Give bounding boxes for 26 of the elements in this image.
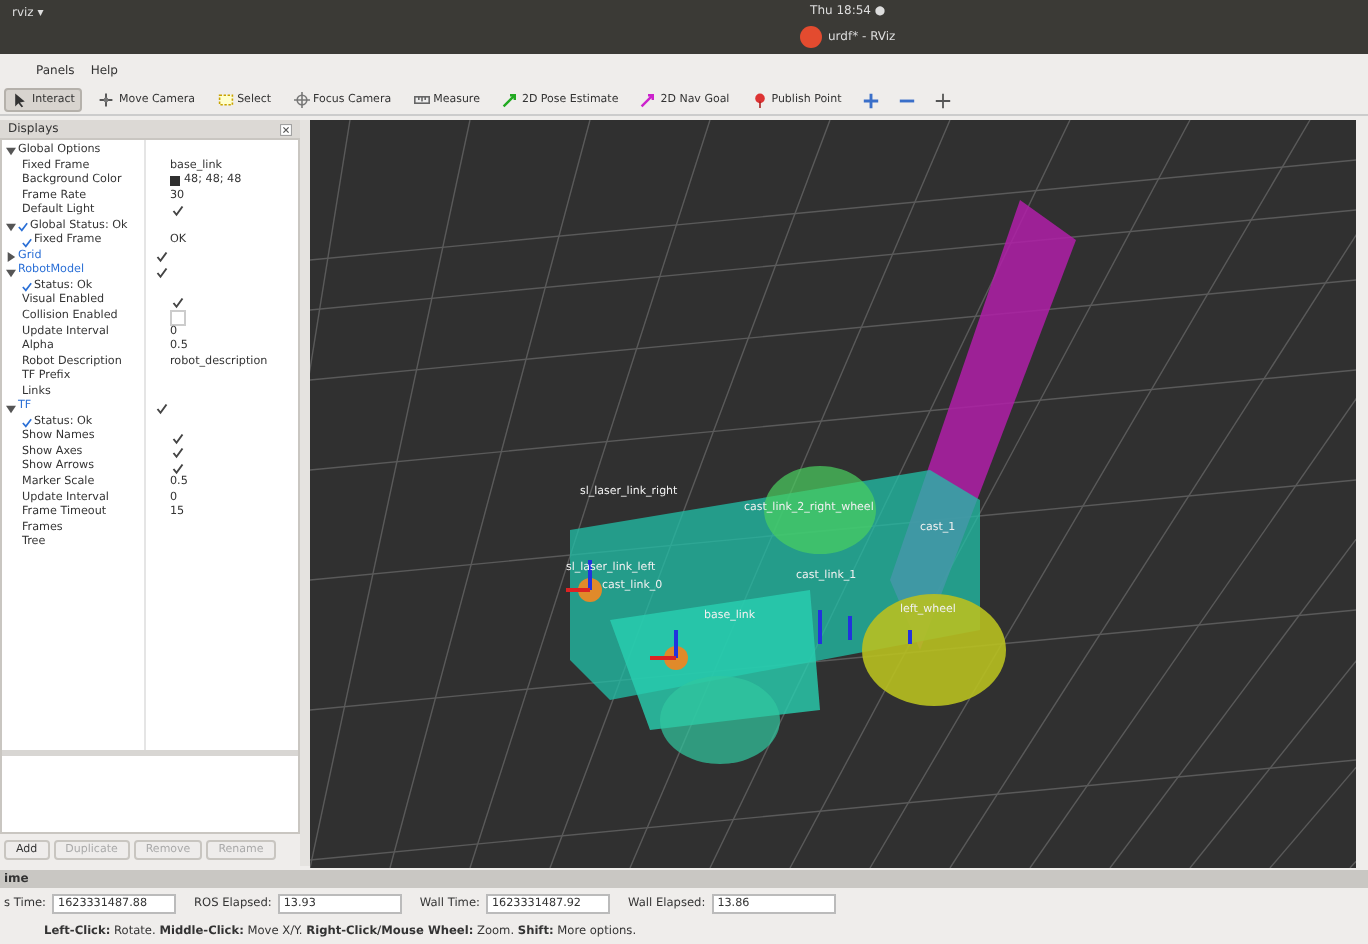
checkmark-icon xyxy=(22,418,32,429)
checkmark-icon xyxy=(22,282,32,293)
arrow-icon xyxy=(501,92,518,108)
move-arrows-icon xyxy=(98,92,115,108)
checkbox[interactable] xyxy=(170,460,186,477)
checkbox[interactable] xyxy=(170,445,186,462)
expand-arrow-icon[interactable] xyxy=(6,146,16,157)
checkbox[interactable] xyxy=(170,203,186,220)
select-box-icon xyxy=(217,92,234,108)
checkbox[interactable] xyxy=(170,430,186,447)
arrow-icon xyxy=(640,92,657,108)
expand-arrow-icon[interactable] xyxy=(6,403,16,414)
ruler-icon xyxy=(413,92,430,108)
expand-arrow-icon[interactable] xyxy=(6,222,16,232)
splitter-handle-icon[interactable] xyxy=(300,120,310,866)
pin-icon xyxy=(751,92,768,108)
color-swatch[interactable] xyxy=(170,176,180,187)
app-logo-icon xyxy=(800,26,822,48)
expand-arrow-icon[interactable] xyxy=(6,252,16,263)
close-icon[interactable] xyxy=(280,123,292,135)
checkbox[interactable] xyxy=(154,249,170,266)
expand-arrow-icon[interactable] xyxy=(6,267,16,278)
cursor-icon xyxy=(12,92,28,108)
checkbox[interactable] xyxy=(170,294,186,311)
checkbox[interactable] xyxy=(154,264,170,281)
checkbox[interactable] xyxy=(154,400,170,417)
